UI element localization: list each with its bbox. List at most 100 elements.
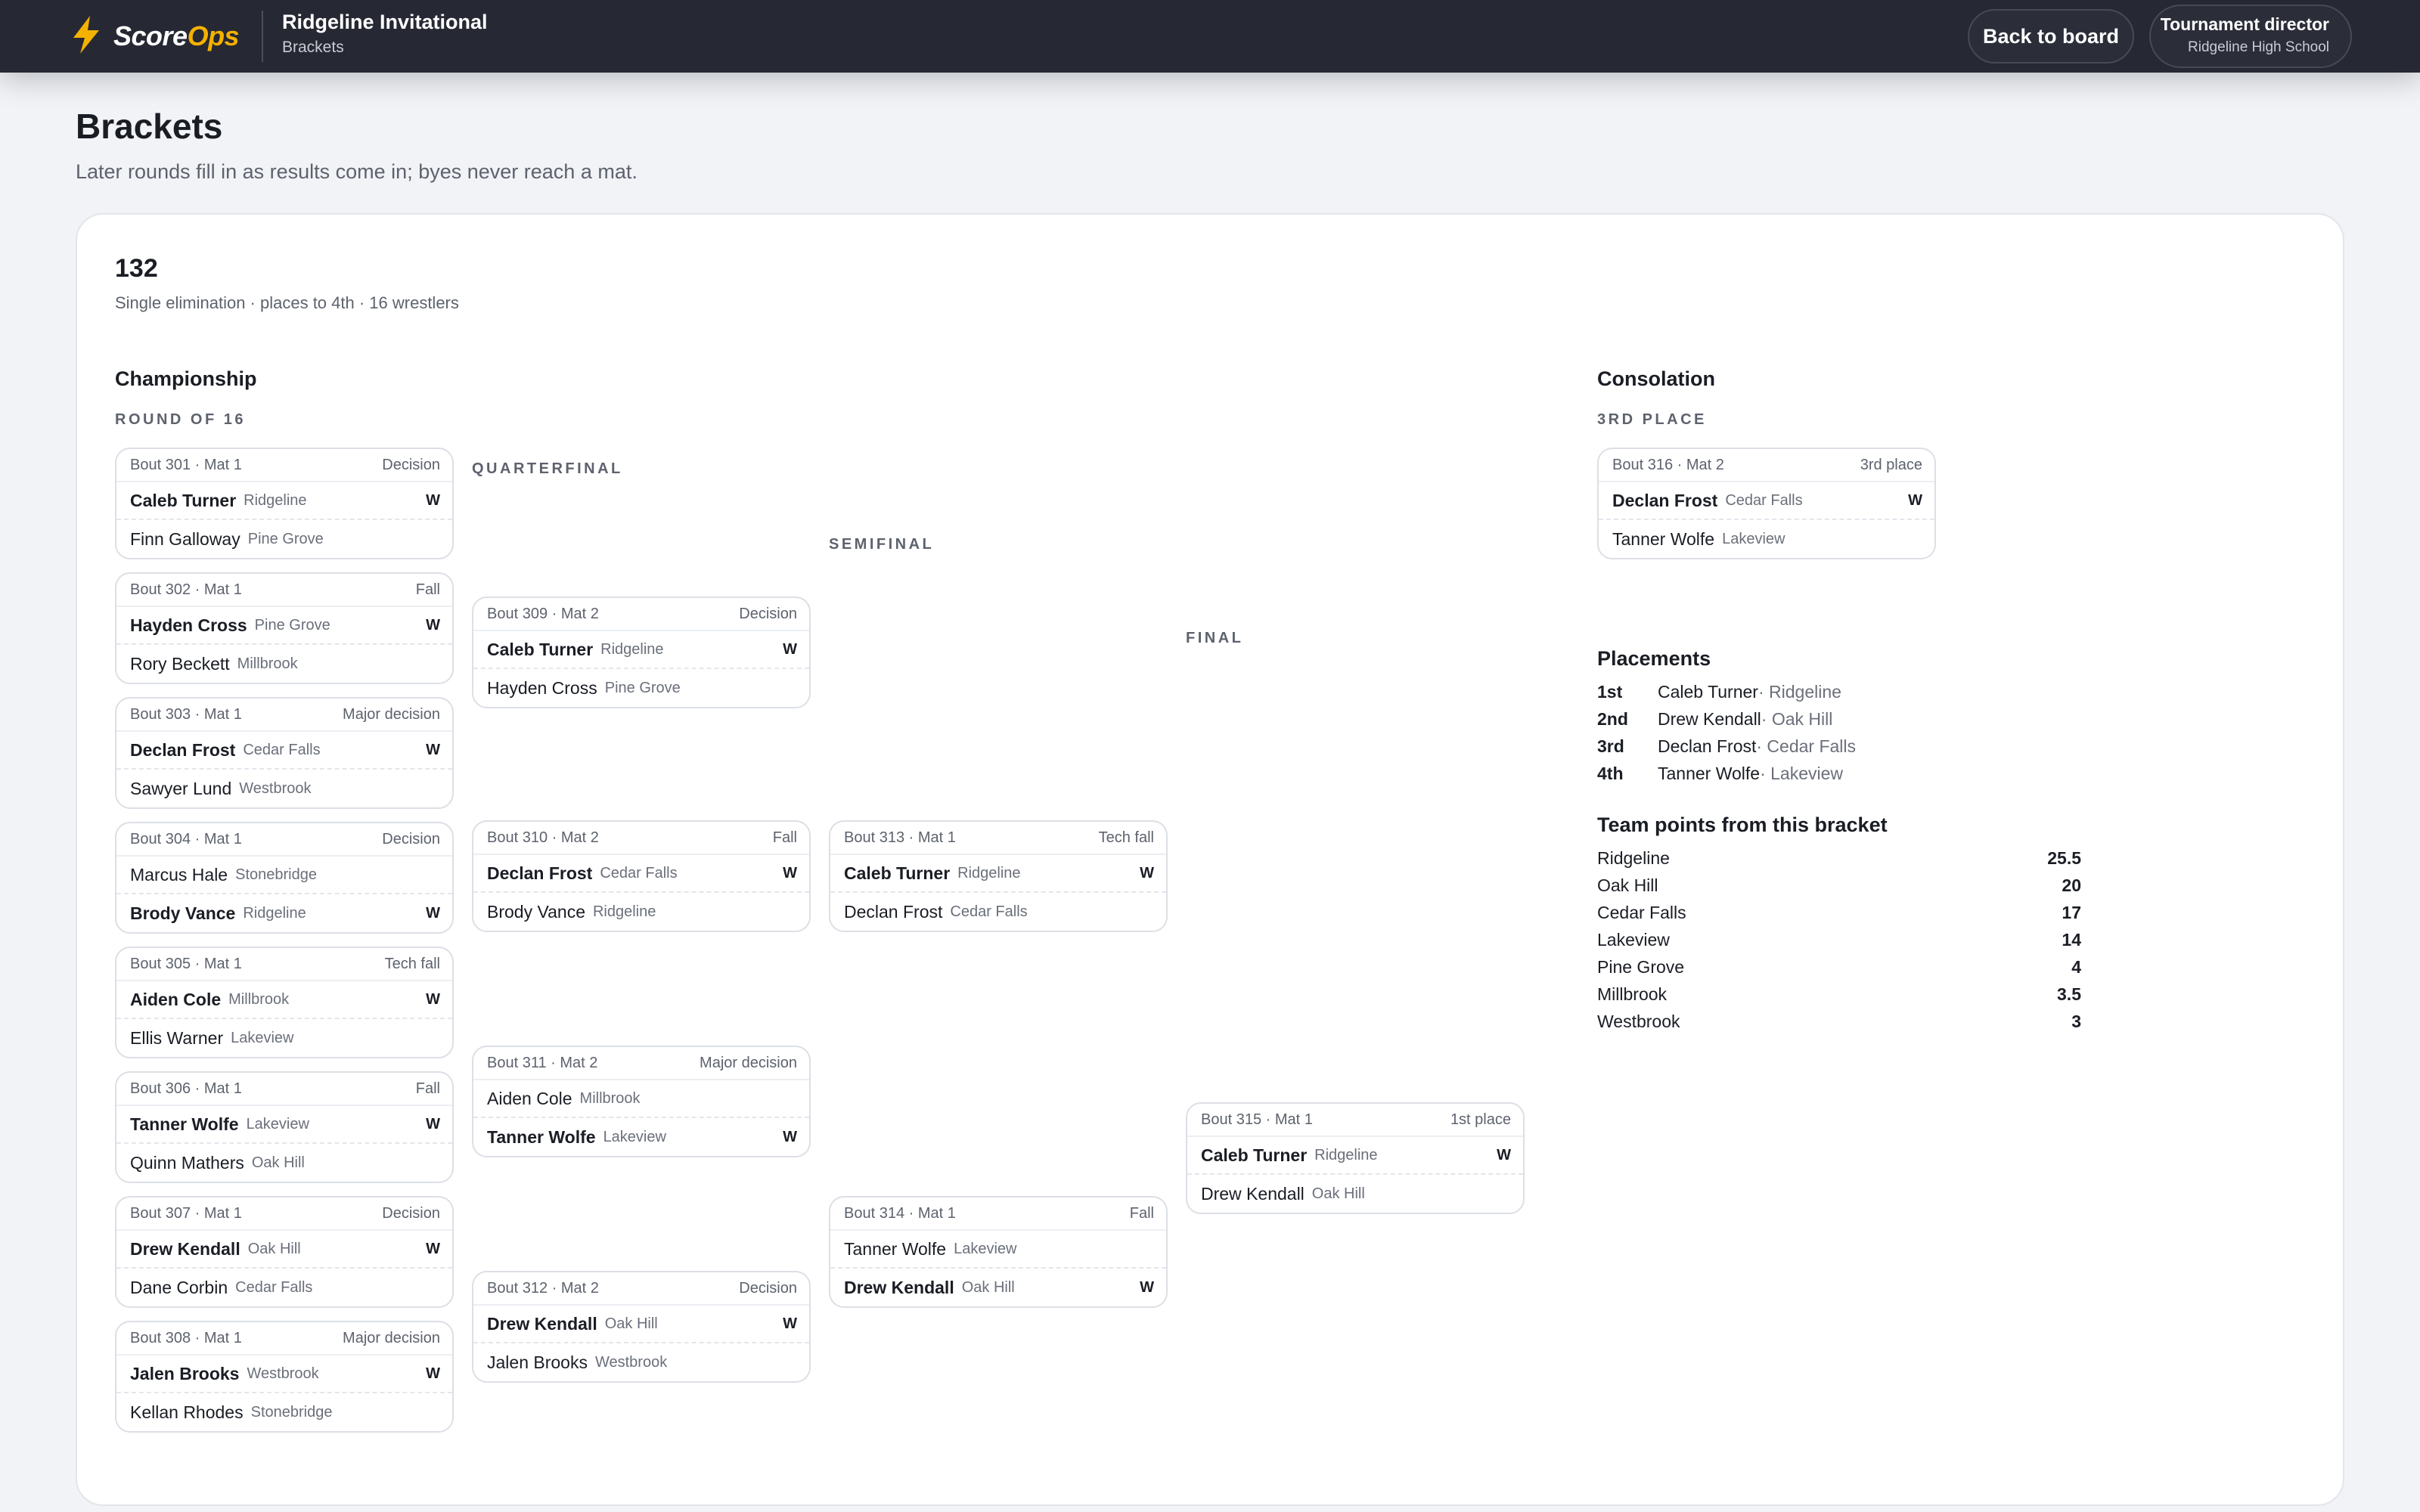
wrestler-team: Lakeview — [1722, 530, 1786, 547]
wrestler-team: Westbrook — [594, 1353, 668, 1371]
team-points-row: Lakeview 14 — [1597, 926, 2081, 953]
placement-row: 3rd Declan Frost · Cedar Falls — [1597, 733, 1930, 760]
bout-header: Bout 311 · Mat 2 Major decision — [473, 1047, 809, 1080]
bout-wrestler-row: Caleb Turner Ridgeline W — [473, 631, 809, 669]
winner-mark: W — [426, 1115, 440, 1132]
bout-result: Decision — [382, 456, 440, 473]
team-points-row: Ridgeline 25.5 — [1597, 844, 2081, 872]
bout-card[interactable]: Bout 304 · Mat 1 Decision Marcus Hale St… — [115, 822, 454, 934]
bout-label: Bout 311 · Mat 2 — [487, 1054, 598, 1071]
bout-wrestler-row: Sawyer Lund Westbrook — [116, 770, 452, 807]
wrestler-team: Ridgeline — [600, 640, 664, 658]
winner-mark: W — [783, 640, 797, 658]
bracket-card: 132 Single elimination · places to 4th ·… — [76, 213, 2344, 1506]
winner-mark: W — [426, 990, 440, 1008]
bout-label: Bout 306 · Mat 1 — [130, 1080, 242, 1097]
bout-header: Bout 312 · Mat 2 Decision — [473, 1272, 809, 1306]
bout-header: Bout 306 · Mat 1 Fall — [116, 1073, 452, 1106]
team-points-value: 3 — [2071, 1011, 2081, 1031]
wrestler-team: Lakeview — [954, 1240, 1017, 1257]
user-menu[interactable]: Tournament director Ridgeline High Schoo… — [2149, 5, 2352, 68]
bout-label: Bout 310 · Mat 2 — [487, 829, 599, 846]
wrestler-name: Caleb Turner — [130, 490, 237, 510]
wrestler-team: Oak Hill — [961, 1278, 1015, 1296]
wrestler-name: Tanner Wolfe — [487, 1126, 596, 1147]
bout-card[interactable]: Bout 314 · Mat 1 Fall Tanner Wolfe Lakev… — [829, 1196, 1168, 1308]
brand-name: ScoreOps — [113, 20, 240, 51]
bout-header: Bout 316 · Mat 2 3rd place — [1599, 449, 1934, 482]
wrestler-name: Tanner Wolfe — [1612, 528, 1715, 549]
bout-wrestler-row: Declan Frost Cedar Falls W — [116, 732, 452, 770]
wrestler-name: Declan Frost — [1612, 490, 1718, 510]
placement-team: · Lakeview — [1760, 763, 1844, 783]
bout-card[interactable]: Bout 305 · Mat 1 Tech fall Aiden Cole Mi… — [115, 947, 454, 1058]
winner-mark: W — [783, 1128, 797, 1145]
bout-card[interactable]: Bout 309 · Mat 2 Decision Caleb Turner R… — [472, 596, 811, 708]
wrestler-name: Brody Vance — [487, 901, 585, 922]
team-points-row: Pine Grove 4 — [1597, 953, 2081, 981]
bout-label: Bout 308 · Mat 1 — [130, 1329, 242, 1346]
bout-card[interactable]: Bout 316 · Mat 2 3rd place Declan Frost … — [1597, 448, 1936, 559]
bout-card[interactable]: Bout 312 · Mat 2 Decision Drew Kendall O… — [472, 1271, 811, 1383]
team-name: Westbrook — [1597, 1011, 1680, 1031]
bout-header: Bout 301 · Mat 1 Decision — [116, 449, 452, 482]
round-label-semifinal: SEMIFINAL — [829, 536, 935, 553]
bout-wrestler-row: Caleb Turner Ridgeline W — [1187, 1137, 1523, 1175]
wrestler-name: Caleb Turner — [487, 639, 594, 659]
team-points-value: 4 — [2071, 956, 2081, 977]
bout-header: Bout 305 · Mat 1 Tech fall — [116, 948, 452, 981]
bout-wrestler-row: Hayden Cross Pine Grove — [473, 669, 809, 707]
team-name: Millbrook — [1597, 984, 1668, 1004]
bout-card[interactable]: Bout 315 · Mat 1 1st place Caleb Turner … — [1186, 1102, 1525, 1214]
back-to-board-button[interactable]: Back to board — [1968, 9, 2134, 64]
bout-wrestler-row: Finn Galloway Pine Grove — [116, 520, 452, 558]
bout-header: Bout 310 · Mat 2 Fall — [473, 822, 809, 855]
brand-logo[interactable]: ScoreOps — [70, 15, 240, 56]
bout-label: Bout 303 · Mat 1 — [130, 705, 242, 723]
team-name: Oak Hill — [1597, 875, 1658, 895]
bout-card[interactable]: Bout 311 · Mat 2 Major decision Aiden Co… — [472, 1046, 811, 1157]
bout-wrestler-row: Tanner Wolfe Lakeview W — [473, 1118, 809, 1156]
bout-card[interactable]: Bout 302 · Mat 1 Fall Hayden Cross Pine … — [115, 572, 454, 684]
bout-wrestler-row: Tanner Wolfe Lakeview W — [116, 1106, 452, 1144]
wrestler-team: Ridgeline — [243, 904, 306, 922]
team-points-row: Millbrook 3.5 — [1597, 981, 2081, 1008]
wrestler-name: Quinn Mathers — [130, 1152, 244, 1173]
placement-name: Caleb Turner — [1658, 681, 1758, 702]
bout-card[interactable]: Bout 307 · Mat 1 Decision Drew Kendall O… — [115, 1196, 454, 1308]
bout-card[interactable]: Bout 308 · Mat 1 Major decision Jalen Br… — [115, 1321, 454, 1433]
wrestler-team: Ridgeline — [1314, 1146, 1378, 1163]
bout-card[interactable]: Bout 301 · Mat 1 Decision Caleb Turner R… — [115, 448, 454, 559]
wrestler-team: Pine Grove — [247, 530, 324, 547]
bout-card[interactable]: Bout 313 · Mat 1 Tech fall Caleb Turner … — [829, 820, 1168, 932]
bout-header: Bout 315 · Mat 1 1st place — [1187, 1104, 1523, 1137]
wrestler-name: Caleb Turner — [844, 863, 951, 883]
bout-card[interactable]: Bout 303 · Mat 1 Major decision Declan F… — [115, 697, 454, 809]
bout-wrestler-row: Aiden Cole Millbrook — [473, 1080, 809, 1118]
header-divider — [262, 11, 263, 62]
winner-mark: W — [426, 616, 440, 634]
wrestler-team: Millbrook — [579, 1089, 641, 1107]
placements-list: 1st Caleb Turner · Ridgeline 2nd Drew Ken… — [1597, 678, 1930, 787]
placement-row: 2nd Drew Kendall · Oak Hill — [1597, 705, 1930, 733]
winner-mark: W — [1140, 1278, 1154, 1296]
placement-team: · Cedar Falls — [1756, 736, 1857, 756]
bout-card[interactable]: Bout 310 · Mat 2 Fall Declan Frost Cedar… — [472, 820, 811, 932]
wrestler-team: Oak Hill — [247, 1240, 301, 1257]
wrestler-name: Caleb Turner — [1201, 1145, 1308, 1165]
bout-result: Decision — [382, 1204, 440, 1222]
winner-mark: W — [426, 1365, 440, 1382]
wrestler-team: Cedar Falls — [243, 741, 321, 758]
team-points-value: 25.5 — [2047, 847, 2081, 868]
wrestler-name: Hayden Cross — [487, 677, 597, 698]
bout-label: Bout 314 · Mat 1 — [844, 1204, 956, 1222]
wrestler-name: Ellis Warner — [130, 1027, 224, 1048]
wrestler-name: Kellan Rhodes — [130, 1402, 244, 1422]
placement-rank: 2nd — [1597, 708, 1628, 729]
winner-mark: W — [426, 491, 440, 509]
bout-wrestler-row: Brody Vance Ridgeline — [473, 893, 809, 931]
team-name: Lakeview — [1597, 929, 1670, 950]
bout-card[interactable]: Bout 306 · Mat 1 Fall Tanner Wolfe Lakev… — [115, 1071, 454, 1183]
wrestler-name: Hayden Cross — [130, 615, 247, 635]
wrestler-name: Jalen Brooks — [130, 1363, 240, 1383]
